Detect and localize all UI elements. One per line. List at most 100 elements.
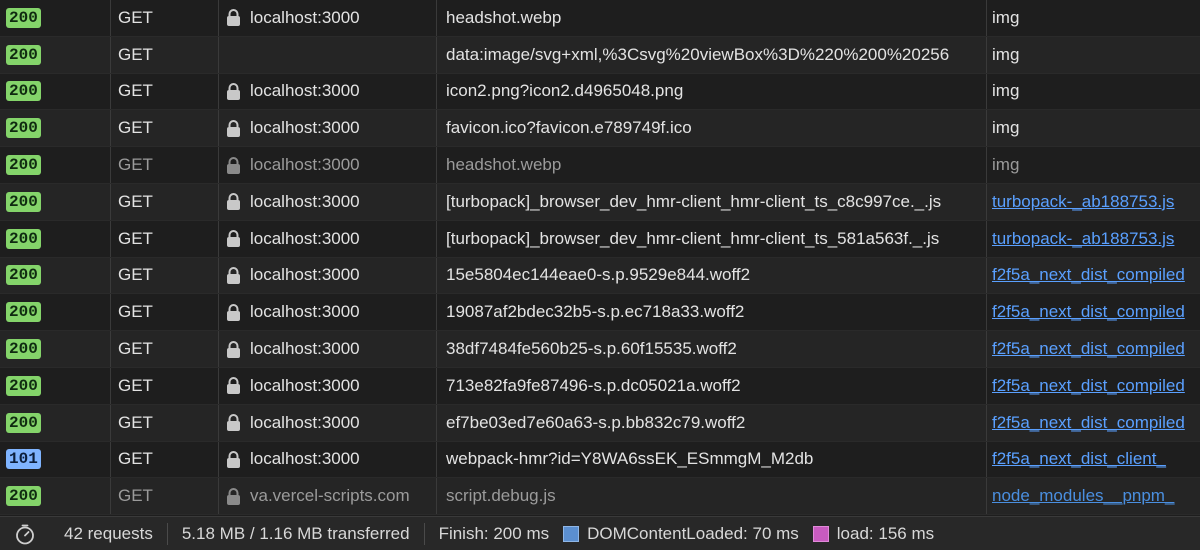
initiator-cell[interactable]: f2f5a_next_dist_client_ [992, 442, 1200, 478]
column-divider [436, 0, 437, 36]
status-badge: 200 [6, 81, 41, 102]
name-cell: 15e5804ec144eae0-s.p.9529e844.woff2 [446, 265, 751, 285]
column-divider [986, 257, 987, 294]
initiator-cell: img [992, 81, 1020, 101]
method-cell: GET [118, 302, 153, 322]
initiator-cell[interactable]: f2f5a_next_dist_compiled [992, 258, 1200, 294]
domain-label: va.vercel-scripts.com [250, 486, 410, 506]
table-row[interactable]: 200 GET localhost:3000 favicon.ico?favicon.… [0, 110, 1200, 148]
status-badge: 200 [6, 265, 41, 286]
column-divider [110, 294, 111, 331]
table-row[interactable]: 200 GET localhost:3000 icon2.png?icon2.d496… [0, 73, 1200, 111]
domain-cell: localhost:3000 [226, 74, 436, 110]
status-badge: 200 [6, 7, 41, 28]
status-cell: 200 [6, 258, 106, 294]
initiator-cell[interactable]: f2f5a_next_dist_compiled [992, 331, 1200, 367]
initiator-cell[interactable]: f2f5a_next_dist_compiled [992, 405, 1200, 441]
lock-icon [226, 156, 241, 174]
column-divider [436, 183, 437, 220]
column-divider [436, 294, 437, 331]
name-cell: headshot.webp [446, 7, 562, 27]
method-cell: GET [118, 486, 153, 506]
column-divider [986, 404, 987, 441]
column-divider [110, 220, 111, 257]
initiator-cell[interactable]: node_modules__pnpm_ [992, 478, 1200, 514]
status-cell: 200 [6, 331, 106, 367]
column-divider [436, 331, 437, 367]
initiator-cell: img [992, 7, 1020, 27]
table-row[interactable]: 200 GET localhost:3000 headshot.webp img [0, 147, 1200, 184]
dom-content-loaded-label: DOMContentLoaded: 70 ms [587, 523, 799, 543]
column-divider [110, 404, 111, 441]
method-cell: GET [118, 7, 153, 27]
domain-cell: localhost:3000 [226, 110, 436, 146]
lock-icon [226, 450, 241, 468]
initiator-cell[interactable]: f2f5a_next_dist_compiled [992, 368, 1200, 404]
method-cell: GET [118, 375, 153, 395]
column-divider [436, 147, 437, 183]
method-cell: GET [118, 118, 153, 138]
domain-label: localhost:3000 [250, 7, 360, 27]
column-divider [218, 257, 219, 294]
status-badge: 200 [6, 191, 41, 212]
column-divider [436, 257, 437, 294]
name-cell: webpack-hmr?id=Y8WA6ssEK_ESmmgM_M2db [446, 449, 814, 469]
lock-icon [226, 377, 241, 395]
initiator-cell[interactable]: turbopack-_ab188753.js [992, 184, 1200, 220]
status-cell: 200 [6, 368, 106, 404]
domain-label: localhost:3000 [250, 449, 360, 469]
table-row[interactable]: 101 GET localhost:3000 webpack-hmr?id=Y8WA6… [0, 441, 1200, 479]
table-row[interactable]: 200 GET localhost:3000 [turbopack]_browser_… [0, 183, 1200, 221]
table-row[interactable]: 200 GET localhost:3000 [turbopack]_browser_… [0, 220, 1200, 258]
column-divider [218, 36, 219, 73]
domain-cell: localhost:3000 [226, 368, 436, 404]
status-cell: 200 [6, 294, 106, 330]
status-cell: 200 [6, 74, 106, 110]
table-row[interactable]: 200 GET data:image/svg+xml,%3Csvg%20viewBo… [0, 36, 1200, 74]
status-cell: 200 [6, 37, 106, 73]
lock-icon [226, 266, 241, 284]
column-divider [436, 220, 437, 257]
column-divider [986, 110, 987, 147]
column-divider [436, 36, 437, 73]
table-row[interactable]: 200 GET localhost:3000 38df7484fe560b25-s.p… [0, 331, 1200, 368]
method-cell: GET [118, 191, 153, 211]
table-row[interactable]: 200 GET localhost:3000 headshot.webp img [0, 0, 1200, 37]
load-marker [812, 525, 829, 542]
table-row[interactable]: 200 GET localhost:3000 713e82fa9fe87496-s.p… [0, 367, 1200, 405]
table-row[interactable]: 200 GET va.vercel-scripts.com script.debug.… [0, 478, 1200, 516]
table-row[interactable]: 200 GET localhost:3000 15e5804ec144eae0-s.p… [0, 257, 1200, 295]
domain-label: localhost:3000 [250, 265, 360, 285]
name-cell: favicon.ico?favicon.e789749f.ico [446, 118, 692, 138]
column-divider [986, 331, 987, 367]
method-cell: GET [118, 228, 153, 248]
status-cell: 200 [6, 405, 106, 441]
status-cell: 200 [6, 110, 106, 146]
domain-label: localhost:3000 [250, 118, 360, 138]
table-row[interactable]: 200 GET localhost:3000 ef7be03ed7e60a63-s.p… [0, 404, 1200, 442]
domain-label: localhost:3000 [250, 155, 360, 175]
domain-label: localhost:3000 [250, 375, 360, 395]
stopwatch-icon [0, 517, 50, 550]
table-row[interactable]: 200 GET localhost:3000 19087af2bdec32b5-s.p… [0, 294, 1200, 332]
domain-cell: localhost:3000 [226, 258, 436, 294]
column-divider [218, 220, 219, 257]
initiator-cell: img [992, 118, 1020, 138]
status-cell: 200 [6, 0, 106, 36]
status-badge: 200 [6, 486, 41, 507]
column-divider [986, 294, 987, 331]
dom-content-loaded: DOMContentLoaded: 70 ms [563, 517, 813, 550]
domain-label: localhost:3000 [250, 228, 360, 248]
domain-cell: localhost:3000 [226, 405, 436, 441]
lock-icon [226, 414, 241, 432]
status-badge: 200 [6, 412, 41, 433]
name-cell: ef7be03ed7e60a63-s.p.bb832c79.woff2 [446, 412, 746, 432]
status-badge: 200 [6, 44, 41, 65]
initiator-cell[interactable]: turbopack-_ab188753.js [992, 221, 1200, 257]
status-cell: 200 [6, 184, 106, 220]
domain-cell: localhost:3000 [226, 221, 436, 257]
finish-time: Finish: 200 ms [438, 523, 550, 543]
domain-label: localhost:3000 [250, 81, 360, 101]
initiator-cell[interactable]: f2f5a_next_dist_compiled [992, 294, 1200, 330]
network-request-table: 200 GET localhost:3000 headshot.webp img 200 G… [0, 0, 1200, 516]
